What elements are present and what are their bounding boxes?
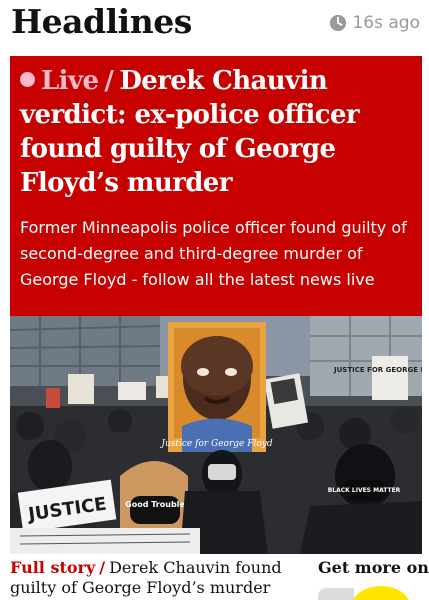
timestamp-label: 16s ago bbox=[352, 13, 420, 33]
full-story-kicker: Full story bbox=[10, 558, 96, 577]
side-promo-label[interactable]: Get more on bbox=[318, 558, 429, 577]
protest-photo-illustration: JUSTICE FOR GEORGE FLOYD Justice for Geo… bbox=[10, 316, 422, 554]
main-story-card[interactable]: Live / Derek Chauvin verdict: ex-police of… bbox=[10, 56, 422, 316]
last-updated: 16s ago bbox=[329, 13, 420, 33]
live-kicker: Live bbox=[41, 66, 99, 96]
clock-icon bbox=[330, 14, 347, 32]
main-headline[interactable]: Live / Derek Chauvin verdict: ex-police of… bbox=[20, 64, 416, 200]
side-promo-tab bbox=[318, 588, 354, 600]
sign-justice-george-floyd: JUSTICE FOR GEORGE FLOYD bbox=[333, 366, 422, 374]
headlines-header: Headlines 16s ago bbox=[0, 0, 429, 52]
page-title: Headlines bbox=[11, 2, 192, 41]
side-promo-yellow-badge[interactable] bbox=[352, 586, 410, 600]
protest-photo[interactable]: JUSTICE FOR GEORGE FLOYD Justice for Geo… bbox=[10, 316, 422, 554]
full-story-separator: / bbox=[99, 558, 106, 577]
secondary-story[interactable]: Full story / Derek Chauvin found guilty of… bbox=[10, 558, 310, 598]
mask-good-trouble: Good Trouble bbox=[125, 500, 185, 509]
live-dot-icon bbox=[20, 72, 35, 87]
kicker-separator: / bbox=[104, 66, 114, 96]
mask-black-lives-matter: BLACK LIVES MATTER bbox=[328, 487, 401, 494]
main-standfirst: Former Minneapolis police officer found … bbox=[20, 218, 407, 289]
sign-justice-for-george-floyd: Justice for George Floyd bbox=[159, 439, 272, 449]
